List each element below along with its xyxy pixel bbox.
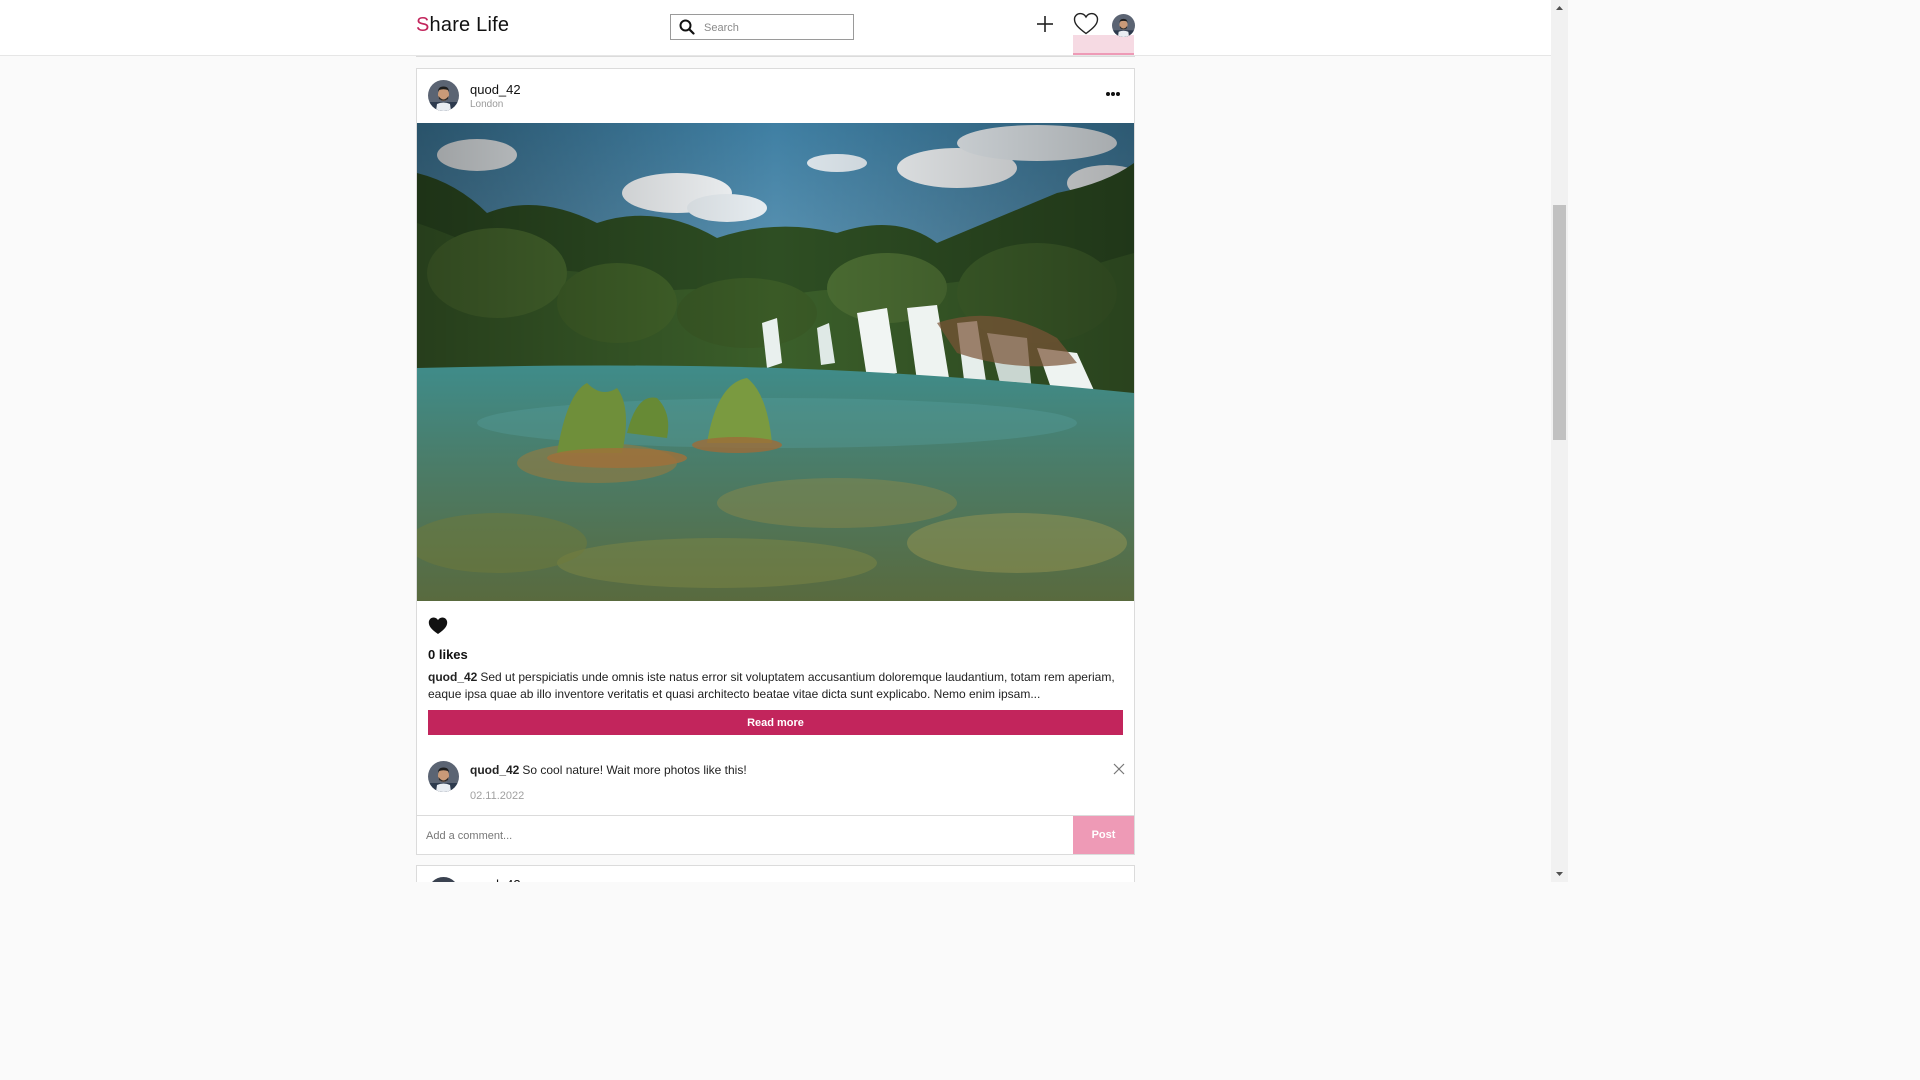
scrollbar-thumb[interactable] bbox=[1553, 205, 1566, 440]
add-comment-input[interactable] bbox=[424, 825, 1068, 847]
more-icon[interactable] bbox=[1105, 86, 1121, 102]
search-icon bbox=[679, 19, 695, 35]
active-underline bbox=[1073, 53, 1134, 55]
likes-count: 0 likes bbox=[428, 647, 468, 662]
profile-avatar[interactable] bbox=[1112, 14, 1135, 37]
top-navbar: Share Life bbox=[0, 0, 1551, 56]
add-comment-row: Post bbox=[417, 815, 1134, 854]
post-location: London bbox=[470, 99, 504, 110]
waterfall-landscape-image bbox=[417, 123, 1134, 601]
search-input[interactable] bbox=[702, 18, 851, 38]
comment-username[interactable]: quod_42 bbox=[470, 763, 519, 777]
comment-text: So cool nature! Wait more photos like th… bbox=[522, 763, 747, 777]
post-photo[interactable] bbox=[417, 123, 1134, 601]
post-card: quod_42 London 0 likes quod_42 Sed ut pe… bbox=[416, 68, 1135, 855]
avatar-image bbox=[428, 80, 459, 111]
plus-icon[interactable] bbox=[1033, 12, 1057, 36]
app-logo[interactable]: Share Life bbox=[416, 14, 509, 37]
search-box[interactable] bbox=[670, 14, 854, 40]
post-comment-button[interactable]: Post bbox=[1073, 816, 1134, 854]
close-icon[interactable] bbox=[1112, 762, 1126, 776]
scroll-up-arrow-icon[interactable] bbox=[1551, 0, 1568, 17]
caption-text: Sed ut perspiciatis unde omnis iste natu… bbox=[428, 670, 1115, 701]
heart-outline-icon[interactable] bbox=[1073, 12, 1099, 36]
heart-filled-icon[interactable] bbox=[428, 616, 448, 636]
post-caption: quod_42 Sed ut perspiciatis unde omnis is… bbox=[428, 669, 1118, 703]
post-author-username[interactable]: quod_42 bbox=[470, 82, 521, 97]
avatar-image bbox=[428, 761, 459, 792]
page: Share Life Search quod_42 London 0 likes… bbox=[0, 0, 1551, 882]
scroll-down-arrow-icon[interactable] bbox=[1551, 865, 1568, 882]
comment-date: 02.11.2022 bbox=[470, 790, 525, 802]
comment: quod_42 So cool nature! Wait more photos … bbox=[470, 763, 747, 777]
logo-accent-letter: S bbox=[416, 14, 430, 36]
next-post-avatar[interactable] bbox=[428, 877, 459, 882]
caption-username[interactable]: quod_42 bbox=[428, 670, 477, 684]
next-post-card: quod_42 bbox=[416, 865, 1135, 882]
read-more-button[interactable]: Read more bbox=[428, 710, 1123, 735]
active-highlight bbox=[1073, 35, 1134, 55]
logo-text: hare Life bbox=[429, 14, 510, 36]
avatar-image bbox=[1112, 14, 1135, 37]
post-author-avatar[interactable] bbox=[428, 80, 459, 111]
vertical-scrollbar[interactable] bbox=[1551, 0, 1568, 882]
comment-author-avatar[interactable] bbox=[428, 761, 459, 792]
next-post-username[interactable]: quod_42 bbox=[470, 877, 521, 882]
